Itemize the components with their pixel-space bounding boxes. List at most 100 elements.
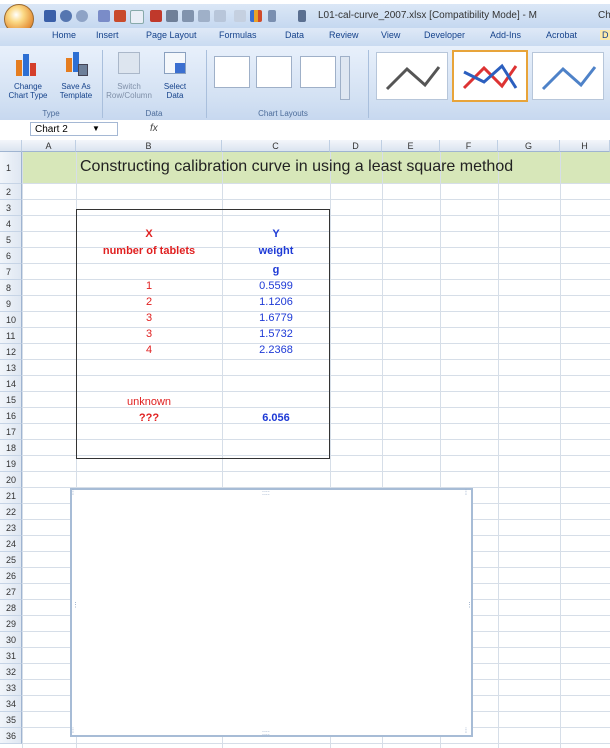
resize-handle-bottom[interactable]: :::: <box>262 730 270 737</box>
column-header-g[interactable]: G <box>498 140 560 152</box>
row-header[interactable]: 9 <box>0 296 22 312</box>
y-value[interactable]: 0.5599 <box>222 280 330 292</box>
insert-table-icon[interactable] <box>234 10 246 22</box>
column-header-f[interactable]: F <box>440 140 498 152</box>
fx-button[interactable]: fx <box>150 123 158 134</box>
row-header[interactable]: 30 <box>0 632 22 648</box>
row-header[interactable]: 34 <box>0 696 22 712</box>
y-value[interactable]: 1.1206 <box>222 296 330 308</box>
copy-icon[interactable] <box>214 10 226 22</box>
resize-handle-left[interactable]: ⋮ <box>72 602 79 609</box>
resize-handle-bottom-right[interactable]: ⁞ <box>465 728 467 735</box>
row-header[interactable]: 1 <box>0 152 22 184</box>
row-header[interactable]: 27 <box>0 584 22 600</box>
y-unit[interactable]: g <box>222 264 330 276</box>
row-header[interactable]: 28 <box>0 600 22 616</box>
row-header[interactable]: 5 <box>0 232 22 248</box>
column-header-c[interactable]: C <box>222 140 330 152</box>
column-header-e[interactable]: E <box>382 140 440 152</box>
chart-style-3-thumb[interactable] <box>532 52 604 100</box>
chart-layout-3-thumb[interactable] <box>300 56 336 88</box>
row-header[interactable]: 19 <box>0 456 22 472</box>
chart-layouts-scroll[interactable] <box>340 56 350 100</box>
y-subheader[interactable]: weight <box>222 245 330 257</box>
row-header[interactable]: 4 <box>0 216 22 232</box>
unknown-label[interactable]: unknown <box>76 396 222 408</box>
y-header[interactable]: Y <box>222 228 330 240</box>
x-value[interactable]: 4 <box>76 344 222 356</box>
row-header[interactable]: 26 <box>0 568 22 584</box>
x-value[interactable]: 3 <box>76 312 222 324</box>
bar-chart-icon[interactable] <box>250 10 262 22</box>
row-header[interactable]: 33 <box>0 680 22 696</box>
row-header[interactable]: 8 <box>0 280 22 296</box>
tab-formulas[interactable]: Formulas <box>219 30 257 40</box>
x-value[interactable]: 3 <box>76 328 222 340</box>
x-subheader[interactable]: number of tablets <box>76 245 222 257</box>
row-header[interactable]: 17 <box>0 424 22 440</box>
chart-icon[interactable] <box>114 10 126 22</box>
chart-layout-1-thumb[interactable] <box>214 56 250 88</box>
chart-layout-2-thumb[interactable] <box>256 56 292 88</box>
select-all-corner[interactable] <box>0 140 22 152</box>
row-header[interactable]: 18 <box>0 440 22 456</box>
resize-handle-top-left[interactable]: ⁞ <box>72 490 74 497</box>
row-header[interactable]: 20 <box>0 472 22 488</box>
row-header[interactable]: 31 <box>0 648 22 664</box>
undo-icon[interactable] <box>60 10 72 22</box>
chart-style-1-thumb[interactable] <box>376 52 448 100</box>
unknown-y[interactable]: 6.056 <box>222 412 330 424</box>
tab-page-layout[interactable]: Page Layout <box>146 30 197 40</box>
row-header[interactable]: 21 <box>0 488 22 504</box>
row-header[interactable]: 15 <box>0 392 22 408</box>
resize-handle-bottom-left[interactable]: ⁞ <box>72 728 74 735</box>
x-value[interactable]: 2 <box>76 296 222 308</box>
tab-design[interactable]: D <box>600 30 610 40</box>
tab-data[interactable]: Data <box>285 30 304 40</box>
row-header[interactable]: 29 <box>0 616 22 632</box>
name-box[interactable]: Chart 2 <box>30 122 118 136</box>
row-header[interactable]: 6 <box>0 248 22 264</box>
save-as-template-icon[interactable] <box>64 52 88 76</box>
column-header-d[interactable]: D <box>330 140 382 152</box>
y-value[interactable]: 1.6779 <box>222 312 330 324</box>
row-header[interactable]: 2 <box>0 184 22 200</box>
x-header[interactable]: X <box>76 228 222 240</box>
tab-review[interactable]: Review <box>329 30 359 40</box>
tab-home[interactable]: Home <box>52 30 76 40</box>
row-header[interactable]: 32 <box>0 664 22 680</box>
row-header[interactable]: 10 <box>0 312 22 328</box>
y-value[interactable]: 1.5732 <box>222 328 330 340</box>
redo-icon[interactable] <box>76 10 88 22</box>
row-header[interactable]: 14 <box>0 376 22 392</box>
select-data-label[interactable]: Select Data <box>156 82 194 100</box>
column-header-a[interactable]: A <box>22 140 76 152</box>
chart-style-2-thumb[interactable] <box>452 50 528 102</box>
column-header-h[interactable]: H <box>560 140 610 152</box>
name-box-dropdown-icon[interactable]: ▼ <box>92 124 100 133</box>
tab-add-ins[interactable]: Add-Ins <box>490 30 521 40</box>
row-header[interactable]: 11 <box>0 328 22 344</box>
tab-developer[interactable]: Developer <box>424 30 465 40</box>
row-header[interactable]: 24 <box>0 536 22 552</box>
row-header[interactable]: 13 <box>0 360 22 376</box>
x-value[interactable]: 1 <box>76 280 222 292</box>
row-header[interactable]: 36 <box>0 728 22 744</box>
y-value[interactable]: 2.2368 <box>222 344 330 356</box>
change-chart-type-label[interactable]: Change Chart Type <box>4 82 52 100</box>
print-preview-icon[interactable] <box>182 10 194 22</box>
column-header-b[interactable]: B <box>76 140 222 152</box>
resize-handle-top[interactable]: :::: <box>262 490 270 497</box>
row-header[interactable]: 35 <box>0 712 22 728</box>
select-data-icon[interactable] <box>164 52 186 74</box>
zoom-icon[interactable] <box>198 10 210 22</box>
close-doc-icon[interactable] <box>150 10 162 22</box>
row-header[interactable]: 3 <box>0 200 22 216</box>
new-icon[interactable] <box>130 10 144 24</box>
resize-handle-top-right[interactable]: ⁞ <box>465 490 467 497</box>
row-header[interactable]: 25 <box>0 552 22 568</box>
row-header[interactable]: 16 <box>0 408 22 424</box>
customize-qat-icon[interactable] <box>298 10 306 22</box>
chart-2-area[interactable]: :::: :::: ⋮ ⋮ ⁞ ⁞ ⁞ ⁞ <box>70 488 473 737</box>
print-icon[interactable] <box>166 10 178 22</box>
